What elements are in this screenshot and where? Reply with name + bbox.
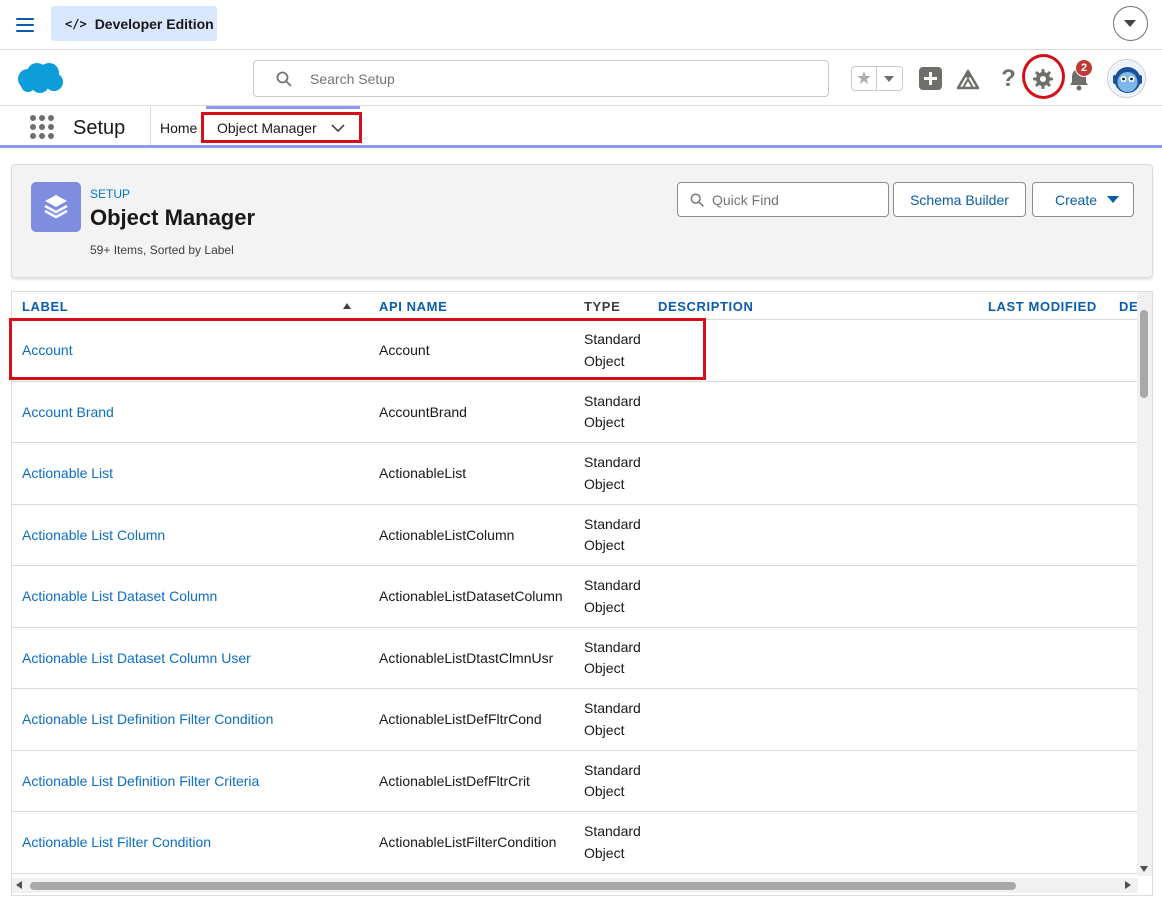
star-icon[interactable]: ★ xyxy=(852,67,877,90)
search-setup-field[interactable] xyxy=(253,60,829,97)
avatar[interactable] xyxy=(1107,59,1146,98)
object-label-link[interactable]: Actionable List xyxy=(22,465,113,481)
plus-icon[interactable] xyxy=(919,67,942,90)
nav-divider xyxy=(150,107,151,145)
vertical-scrollbar[interactable] xyxy=(1137,292,1152,876)
object-api-name: ActionableListDtastClmnUsr xyxy=(379,649,554,666)
favorites-control[interactable]: ★ xyxy=(851,66,903,91)
app-launcher-icon[interactable] xyxy=(30,115,54,139)
search-icon xyxy=(276,71,292,86)
object-label-link[interactable]: Account Brand xyxy=(22,404,114,420)
code-icon: </> xyxy=(65,16,87,31)
table-row: Account Brand AccountBrand Standard Obje… xyxy=(12,382,1138,443)
table-row: Actionable List ActionableList Standard … xyxy=(12,443,1138,505)
object-type: Standard Object xyxy=(584,454,641,492)
table-row: Actionable List Dataset Column User Acti… xyxy=(12,628,1138,689)
setup-nav-bar: Setup Home Object Manager xyxy=(0,106,1162,148)
nav-tab-home[interactable]: Home xyxy=(160,120,197,136)
object-api-name: AccountBrand xyxy=(379,403,467,420)
column-header-label[interactable]: LABEL xyxy=(22,299,68,314)
column-header-api-name[interactable]: API NAME xyxy=(379,299,447,314)
vertical-scroll-thumb[interactable] xyxy=(1140,310,1148,398)
object-label-link[interactable]: Actionable List Definition Filter Condit… xyxy=(22,711,273,727)
quick-find-field[interactable] xyxy=(677,182,889,217)
column-header-description[interactable]: DESCRIPTION xyxy=(658,299,753,314)
scroll-left-icon[interactable] xyxy=(16,881,22,889)
account-row-highlight xyxy=(9,318,706,380)
column-header-last-modified[interactable]: LAST MODIFIED xyxy=(988,299,1097,314)
search-icon xyxy=(690,193,704,207)
table-row: Actionable List Definition Filter Condit… xyxy=(12,689,1138,751)
top-bar: </> Developer Edition xyxy=(0,0,1162,50)
search-input[interactable] xyxy=(310,70,790,87)
objects-table: LABEL API NAME TYPE DESCRIPTION LAST MOD… xyxy=(11,291,1153,896)
page-title: Object Manager xyxy=(90,205,256,230)
scroll-right-icon[interactable] xyxy=(1125,881,1131,889)
object-api-name: ActionableListDatasetColumn xyxy=(379,588,563,604)
horizontal-scroll-thumb[interactable] xyxy=(30,882,1016,890)
object-type: Standard Object xyxy=(584,761,641,800)
object-type: Standard Object xyxy=(584,515,641,554)
horizontal-scrollbar[interactable] xyxy=(12,878,1138,893)
object-api-name: ActionableListColumn xyxy=(379,526,515,543)
caret-down-icon xyxy=(1107,196,1119,203)
notification-badge: 2 xyxy=(1075,59,1093,77)
page-eyebrow: SETUP xyxy=(90,187,131,201)
object-type: Standard Object xyxy=(584,392,641,431)
object-label-link[interactable]: Actionable List Dataset Column User xyxy=(22,650,251,666)
quick-find-input[interactable] xyxy=(712,191,882,208)
table-row: Actionable List Dataset Column Actionabl… xyxy=(12,566,1138,628)
object-type: Standard Object xyxy=(584,577,641,615)
page-subtitle: 59+ Items, Sorted by Label xyxy=(90,243,234,257)
chevron-down-icon[interactable] xyxy=(331,123,345,133)
salesforce-cloud-icon[interactable] xyxy=(16,61,64,95)
table-row: Actionable List Filter Condition Actiona… xyxy=(12,812,1138,874)
object-type: Standard Object xyxy=(584,823,641,861)
hamburger-menu-icon[interactable] xyxy=(14,14,36,36)
object-label-link[interactable]: Actionable List Definition Filter Criter… xyxy=(22,773,259,789)
table-row: Actionable List Definition Filter Criter… xyxy=(12,751,1138,812)
object-api-name: ActionableList xyxy=(379,465,467,481)
help-icon[interactable]: ? xyxy=(996,65,1021,92)
object-type: Standard Object xyxy=(584,638,641,677)
developer-edition-badge[interactable]: </> Developer Edition xyxy=(51,6,217,41)
app-name: Setup xyxy=(73,117,126,139)
table-row: Actionable List Column ActionableListCol… xyxy=(12,505,1138,566)
layers-icon xyxy=(31,182,81,232)
create-button-label: Create xyxy=(1054,191,1098,208)
object-manager-header: SETUP Object Manager 59+ Items, Sorted b… xyxy=(11,164,1153,278)
nav-tab-object-manager[interactable]: Object Manager xyxy=(201,112,362,143)
edition-label: Developer Edition xyxy=(94,15,214,32)
object-label-link[interactable]: Actionable List Column xyxy=(22,527,165,543)
chevron-down-icon[interactable] xyxy=(1113,6,1148,41)
scroll-down-icon[interactable] xyxy=(1140,866,1148,872)
column-header-deployed[interactable]: DE xyxy=(1119,299,1138,314)
create-button[interactable]: Create xyxy=(1032,182,1134,217)
trailhead-icon[interactable] xyxy=(955,66,980,91)
object-api-name: ActionableListDefFltrCond xyxy=(379,711,542,727)
column-header-type[interactable]: TYPE xyxy=(584,299,620,314)
gear-icon[interactable] xyxy=(1030,66,1055,91)
object-type: Standard Object xyxy=(584,700,641,738)
schema-builder-button[interactable]: Schema Builder xyxy=(893,182,1026,217)
global-header: ★ ? xyxy=(0,51,1162,106)
object-api-name: ActionableListFilterCondition xyxy=(379,834,557,850)
object-label-link[interactable]: Actionable List Dataset Column xyxy=(22,588,217,604)
table-header: LABEL API NAME TYPE DESCRIPTION LAST MOD… xyxy=(12,292,1152,320)
sort-ascending-icon[interactable] xyxy=(343,303,351,309)
nav-tab-object-manager-label: Object Manager xyxy=(217,119,317,136)
object-api-name: ActionableListDefFltrCrit xyxy=(379,772,530,789)
object-label-link[interactable]: Actionable List Filter Condition xyxy=(22,834,211,850)
favorites-dropdown-icon[interactable] xyxy=(877,67,902,90)
